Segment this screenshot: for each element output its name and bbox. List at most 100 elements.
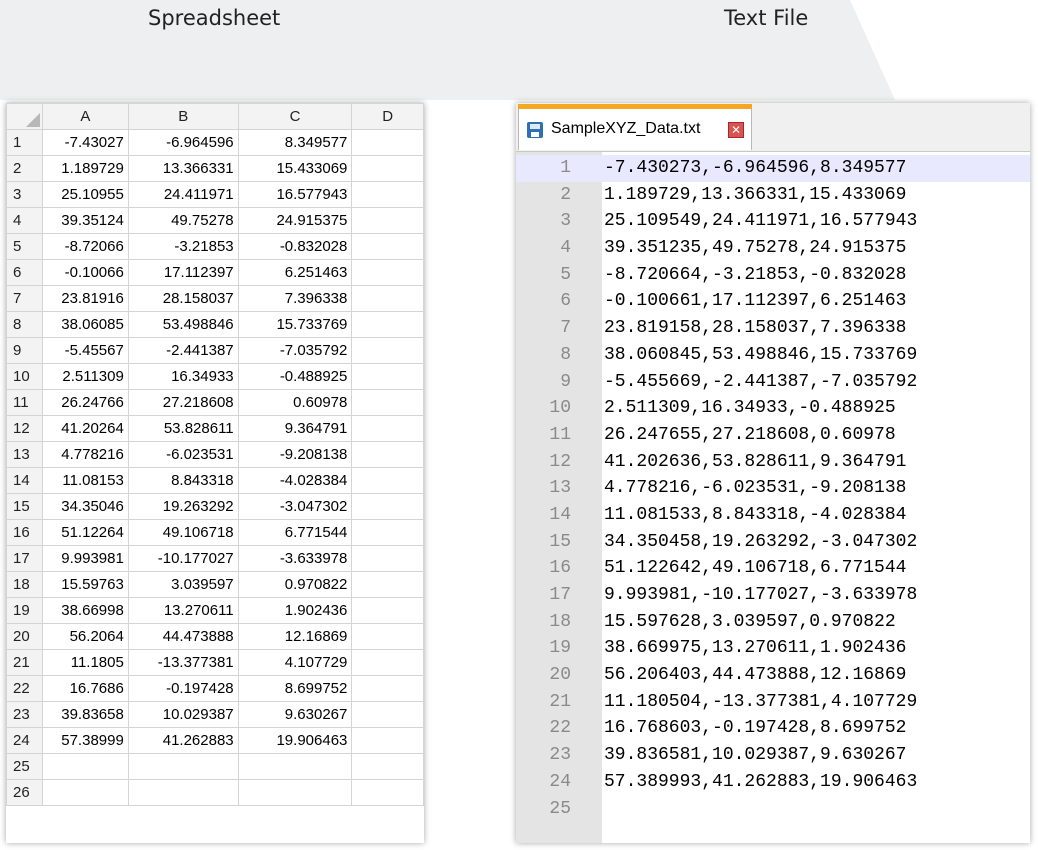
cell-b[interactable]: 49.106718: [127, 519, 239, 546]
cell-c[interactable]: 8.349577: [237, 129, 353, 156]
row-header[interactable]: 19: [6, 597, 43, 624]
cell-a[interactable]: 16.7686: [41, 675, 129, 702]
cell-d[interactable]: [351, 389, 424, 416]
cell-d[interactable]: [351, 363, 424, 390]
row-header[interactable]: 8: [6, 311, 43, 338]
cell-d[interactable]: [351, 311, 424, 338]
editor-line[interactable]: 14 11.081533,8.843318,-4.028384: [516, 502, 1030, 529]
row-header[interactable]: 17: [6, 545, 43, 572]
row-header[interactable]: 6: [6, 259, 43, 286]
row-header[interactable]: 2: [6, 155, 43, 182]
cell-b[interactable]: -0.197428: [127, 675, 239, 702]
editor-line[interactable]: 21 11.180504,-13.377381,4.107729: [516, 689, 1030, 716]
cell-d[interactable]: [351, 675, 424, 702]
cell-c[interactable]: -0.488925: [237, 363, 353, 390]
select-all-corner[interactable]: [6, 103, 43, 130]
cell-a[interactable]: 34.35046: [41, 493, 129, 520]
row-header[interactable]: 14: [6, 467, 43, 494]
cell-c[interactable]: 8.699752: [237, 675, 353, 702]
cell-a[interactable]: 57.38999: [41, 727, 129, 754]
cell-d[interactable]: [351, 493, 424, 520]
cell-c[interactable]: 9.364791: [237, 415, 353, 442]
editor-line[interactable]: 5 -8.720664,-3.21853,-0.832028: [516, 262, 1030, 289]
row-header[interactable]: 11: [6, 389, 43, 416]
cell-c[interactable]: -7.035792: [237, 337, 353, 364]
cell-c[interactable]: 9.630267: [237, 701, 353, 728]
cell-c[interactable]: 6.251463: [237, 259, 353, 286]
row-header[interactable]: 20: [6, 623, 43, 650]
cell-a[interactable]: 26.24766: [41, 389, 129, 416]
row-header[interactable]: 9: [6, 337, 43, 364]
row-header[interactable]: 16: [6, 519, 43, 546]
cell-b[interactable]: 27.218608: [127, 389, 239, 416]
cell-c[interactable]: 6.771544: [237, 519, 353, 546]
cell-b[interactable]: 3.039597: [127, 571, 239, 598]
cell-b[interactable]: 53.498846: [127, 311, 239, 338]
cell-c[interactable]: -3.047302: [237, 493, 353, 520]
cell-b[interactable]: 8.843318: [127, 467, 239, 494]
cell-a[interactable]: -5.45567: [41, 337, 129, 364]
cell-a[interactable]: 51.12264: [41, 519, 129, 546]
cell-c[interactable]: [237, 753, 353, 780]
cell-b[interactable]: 13.270611: [127, 597, 239, 624]
cell-b[interactable]: 13.366331: [127, 155, 239, 182]
editor-line[interactable]: 8 38.060845,53.498846,15.733769: [516, 342, 1030, 369]
editor-line[interactable]: 3 25.109549,24.411971,16.577943: [516, 208, 1030, 235]
cell-d[interactable]: [351, 571, 424, 598]
editor-line[interactable]: 4 39.351235,49.75278,24.915375: [516, 235, 1030, 262]
cell-b[interactable]: [127, 753, 239, 780]
cell-b[interactable]: -2.441387: [127, 337, 239, 364]
cell-a[interactable]: -0.10066: [41, 259, 129, 286]
cell-d[interactable]: [351, 753, 424, 780]
cell-c[interactable]: 19.906463: [237, 727, 353, 754]
row-header[interactable]: 18: [6, 571, 43, 598]
cell-b[interactable]: -3.21853: [127, 233, 239, 260]
cell-c[interactable]: -0.832028: [237, 233, 353, 260]
close-icon[interactable]: ✕: [728, 122, 744, 138]
cell-b[interactable]: 10.029387: [127, 701, 239, 728]
cell-b[interactable]: -6.023531: [127, 441, 239, 468]
cell-c[interactable]: 0.970822: [237, 571, 353, 598]
cell-b[interactable]: 53.828611: [127, 415, 239, 442]
editor-line[interactable]: 10 2.511309,16.34933,-0.488925: [516, 395, 1030, 422]
column-header-b[interactable]: B: [127, 103, 239, 130]
cell-d[interactable]: [351, 233, 424, 260]
cell-d[interactable]: [351, 597, 424, 624]
editor-line[interactable]: 6 -0.100661,17.112397,6.251463: [516, 288, 1030, 315]
cell-d[interactable]: [351, 129, 424, 156]
row-header[interactable]: 21: [6, 649, 43, 676]
cell-d[interactable]: [351, 519, 424, 546]
cell-b[interactable]: -10.177027: [127, 545, 239, 572]
editor-line[interactable]: 1 -7.430273,-6.964596,8.349577: [516, 155, 1030, 182]
cell-d[interactable]: [351, 415, 424, 442]
cell-b[interactable]: 28.158037: [127, 285, 239, 312]
cell-a[interactable]: 23.81916: [41, 285, 129, 312]
cell-a[interactable]: [41, 753, 129, 780]
editor-line[interactable]: 17 9.993981,-10.177027,-3.633978: [516, 582, 1030, 609]
cell-a[interactable]: [41, 779, 129, 806]
cell-a[interactable]: 11.08153: [41, 467, 129, 494]
cell-d[interactable]: [351, 779, 424, 806]
editor-line[interactable]: 12 41.202636,53.828611,9.364791: [516, 449, 1030, 476]
cell-b[interactable]: -13.377381: [127, 649, 239, 676]
cell-a[interactable]: -8.72066: [41, 233, 129, 260]
cell-a[interactable]: -7.43027: [41, 129, 129, 156]
row-header[interactable]: 23: [6, 701, 43, 728]
row-header[interactable]: 1: [6, 129, 43, 156]
row-header[interactable]: 13: [6, 441, 43, 468]
cell-a[interactable]: 56.2064: [41, 623, 129, 650]
row-header[interactable]: 10: [6, 363, 43, 390]
cell-d[interactable]: [351, 155, 424, 182]
cell-d[interactable]: [351, 259, 424, 286]
column-header-d[interactable]: D: [351, 103, 424, 130]
cell-b[interactable]: 49.75278: [127, 207, 239, 234]
editor-line[interactable]: 13 4.778216,-6.023531,-9.208138: [516, 475, 1030, 502]
cell-b[interactable]: [127, 779, 239, 806]
cell-d[interactable]: [351, 649, 424, 676]
cell-c[interactable]: 15.733769: [237, 311, 353, 338]
cell-c[interactable]: 16.577943: [237, 181, 353, 208]
cell-b[interactable]: 41.262883: [127, 727, 239, 754]
cell-a[interactable]: 38.66998: [41, 597, 129, 624]
row-header[interactable]: 15: [6, 493, 43, 520]
code-area[interactable]: 1 -7.430273,-6.964596,8.349577 2 1.189729,1…: [516, 155, 1030, 822]
